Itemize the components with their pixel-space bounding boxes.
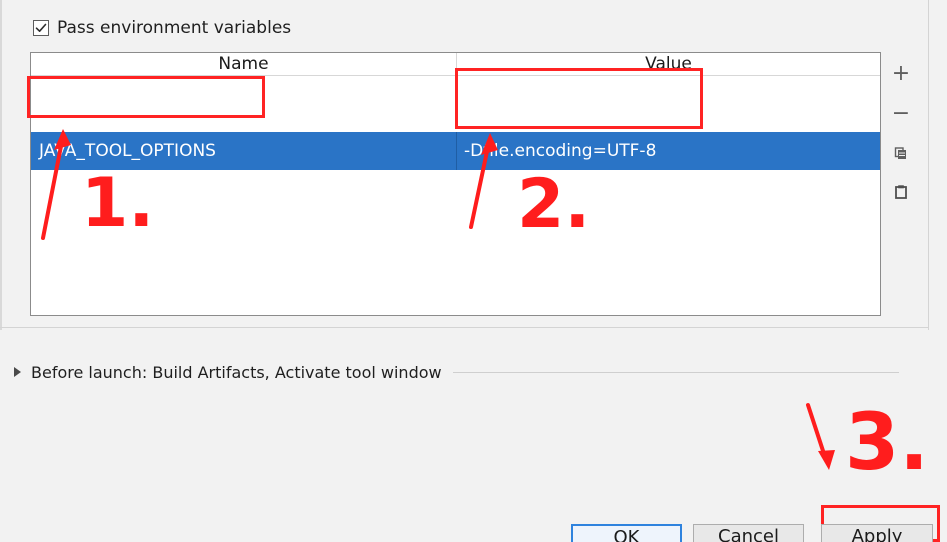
chevron-right-icon — [14, 367, 21, 377]
table-side-toolbar: + − — [889, 62, 913, 212]
name-column-header: Name — [31, 53, 457, 75]
cancel-button-label: Cancel — [718, 526, 779, 542]
environment-variable-name-cell[interactable]: JAVA_TOOL_OPTIONS — [31, 132, 457, 170]
before-launch-section[interactable]: Before launch: Build Artifacts, Activate… — [14, 361, 917, 383]
pass-environment-variables-label: Pass environment variables — [57, 18, 292, 38]
pass-environment-variables-checkbox[interactable] — [33, 20, 49, 36]
annotation-label-3: 3. — [845, 398, 929, 488]
right-frame-divider — [928, 0, 929, 330]
environment-variable-value-cell[interactable]: -Dfile.encoding=UTF-8 — [457, 132, 880, 170]
minus-icon: − — [891, 101, 911, 126]
add-variable-button[interactable]: + — [889, 62, 913, 86]
apply-button[interactable]: Apply — [821, 524, 933, 542]
environment-variable-row[interactable]: JAVA_TOOL_OPTIONS -Dfile.encoding=UTF-8 — [31, 132, 880, 170]
apply-button-label: Apply — [851, 526, 903, 542]
table-header: Name Value — [31, 53, 880, 76]
cancel-button[interactable]: Cancel — [693, 524, 804, 542]
before-launch-divider — [452, 371, 899, 373]
clipboard-icon — [895, 185, 907, 199]
copy-icon — [894, 147, 906, 159]
pass-environment-variables-option[interactable]: Pass environment variables — [33, 17, 291, 39]
before-launch-label: Before launch: Build Artifacts, Activate… — [31, 362, 442, 382]
checkmark-icon — [35, 23, 47, 32]
paste-variable-button[interactable] — [889, 180, 913, 204]
environment-variables-dialog: Pass environment variables Name Value JA… — [0, 0, 947, 542]
value-column-header: Value — [645, 54, 692, 74]
ok-button[interactable]: OK — [571, 524, 682, 542]
section-divider — [0, 327, 929, 328]
copy-variable-button[interactable] — [889, 142, 913, 166]
remove-variable-button[interactable]: − — [889, 102, 913, 126]
ok-button-label: OK — [613, 527, 640, 542]
environment-variables-table[interactable]: Name Value JAVA_TOOL_OPTIONS -Dfile.enco… — [30, 52, 881, 316]
left-frame-divider — [0, 0, 2, 330]
plus-icon: + — [891, 61, 911, 86]
